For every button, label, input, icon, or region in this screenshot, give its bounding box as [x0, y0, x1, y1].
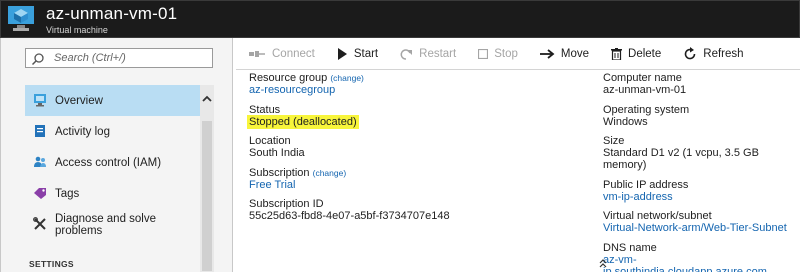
scrollbar-thumb[interactable]: [202, 121, 212, 271]
stop-button[interactable]: Stop: [478, 48, 518, 60]
vnet-label: Virtual network/subnet: [603, 210, 712, 222]
sidebar-item-label: Tags: [55, 187, 80, 200]
monitor-icon: [34, 94, 46, 107]
sidebar-item-diagnose[interactable]: Diagnose and solve problems: [25, 209, 200, 240]
sidebar-nav: Overview Activity log Access control (IA…: [25, 85, 200, 240]
trash-icon: [611, 48, 623, 60]
move-button[interactable]: Move: [539, 48, 590, 60]
os-field: Operating system Windows: [603, 104, 800, 128]
vm-cube-icon: [8, 6, 34, 31]
blade-header: az-unman-vm-01 Virtual machine: [0, 0, 800, 38]
delete-label: Delete: [628, 48, 662, 60]
public-ip-label: Public IP address: [603, 178, 689, 191]
sidebar-item-tags[interactable]: Tags: [25, 178, 200, 209]
status-label: Status: [249, 103, 281, 116]
dns-label: DNS name: [603, 241, 657, 254]
resource-group-label: Resource group: [249, 72, 328, 84]
stop-label: Stop: [494, 48, 518, 60]
subscription-link[interactable]: Free Trial: [249, 179, 579, 191]
plug-icon: [249, 51, 265, 57]
wrench-icon: [33, 217, 46, 230]
command-bar: Connect Start Restart Stop Move Delete R…: [248, 42, 766, 66]
sidebar-item-label: Access control (IAM): [55, 156, 162, 169]
refresh-label: Refresh: [703, 48, 744, 60]
start-label: Start: [353, 48, 379, 60]
search-placeholder: Search (Ctrl+/): [54, 52, 126, 64]
location-field: Location South India: [249, 135, 579, 159]
location-value: South India: [249, 147, 305, 159]
status-field: Status Stopped (deallocated): [247, 103, 579, 129]
essentials-left: Resource group (change) az-resourcegroup…: [247, 72, 579, 230]
connect-label: Connect: [272, 48, 315, 60]
restart-icon: [400, 48, 413, 60]
resource-group-field: Resource group (change) az-resourcegroup: [249, 72, 579, 96]
sidebar-item-label: Activity log: [55, 125, 110, 138]
public-ip-field: Public IP address vm-ip-address: [603, 179, 800, 203]
status-value: Stopped (deallocated): [247, 114, 359, 129]
connect-button[interactable]: Connect: [248, 48, 315, 60]
size-label: Size: [603, 135, 625, 147]
subscription-field: Subscription (change) Free Trial: [249, 167, 579, 191]
refresh-button[interactable]: Refresh: [683, 47, 744, 61]
refresh-icon: [684, 47, 696, 60]
stop-icon: [478, 49, 489, 59]
sidebar-item-label: Overview: [55, 94, 103, 107]
start-button[interactable]: Start: [337, 48, 378, 60]
sidebar: Search (Ctrl+/) Overview Activity log Ac…: [0, 38, 233, 272]
section-label-settings: SETTINGS: [29, 259, 74, 269]
dns-field: DNS name az-vm-ip.southindia.cloudapp.az…: [603, 242, 800, 272]
computer-name-value: az-unman-vm-01: [603, 84, 687, 96]
sidebar-scrollbar[interactable]: [200, 85, 214, 272]
computer-name-label: Computer name: [603, 72, 682, 84]
subscription-label: Subscription: [249, 166, 310, 179]
chevron-up-icon[interactable]: [200, 93, 214, 105]
resource-group-link[interactable]: az-resourcegroup: [249, 84, 579, 96]
computer-name-field: Computer name az-unman-vm-01: [603, 72, 800, 96]
page-subtitle: Virtual machine: [46, 25, 108, 35]
resource-group-change-link[interactable]: (change): [330, 73, 364, 83]
vnet-link[interactable]: Virtual-Network-arm/Web-Tier-Subnet: [603, 222, 800, 234]
search-icon: [31, 53, 44, 66]
location-label: Location: [249, 135, 291, 147]
sidebar-item-label: Diagnose and solve problems: [55, 212, 157, 237]
vnet-field: Virtual network/subnet Virtual-Network-a…: [603, 210, 800, 234]
restart-label: Restart: [419, 48, 457, 60]
delete-button[interactable]: Delete: [611, 48, 661, 60]
dns-link[interactable]: az-vm-ip.southindia.cloudapp.azure.com: [603, 254, 800, 272]
subscription-id-value: 55c25d63-fbd8-4e07-a5bf-f3734707e148: [249, 210, 450, 222]
restart-button[interactable]: Restart: [400, 48, 456, 61]
sidebar-item-access-control[interactable]: Access control (IAM): [25, 147, 200, 178]
size-value: Standard D1 v2 (1 vcpu, 3.5 GB memory): [603, 147, 759, 171]
subscription-change-link[interactable]: (change): [313, 168, 347, 178]
sidebar-item-activity-log[interactable]: Activity log: [25, 116, 200, 147]
tag-icon: [34, 188, 46, 199]
os-value: Windows: [603, 115, 648, 128]
sidebar-item-overview[interactable]: Overview: [25, 85, 200, 116]
subscription-id-label: Subscription ID: [249, 198, 324, 210]
essentials-right: Computer name az-unman-vm-01 Operating s…: [603, 72, 800, 272]
move-label: Move: [560, 48, 590, 60]
os-label: Operating system: [603, 103, 690, 116]
activity-log-icon: [35, 125, 45, 137]
search-input[interactable]: Search (Ctrl+/): [25, 48, 213, 68]
toolbar-divider: [236, 69, 800, 70]
public-ip-link[interactable]: vm-ip-address: [603, 191, 800, 203]
play-icon: [337, 48, 347, 60]
page-title: az-unman-vm-01: [46, 4, 178, 23]
size-field: Size Standard D1 v2 (1 vcpu, 3.5 GB memo…: [603, 135, 800, 171]
subscription-id-field: Subscription ID 55c25d63-fbd8-4e07-a5bf-…: [249, 198, 579, 222]
users-icon: [34, 156, 46, 167]
arrow-right-icon: [539, 49, 555, 59]
collapse-essentials-icon[interactable]: [598, 258, 608, 268]
